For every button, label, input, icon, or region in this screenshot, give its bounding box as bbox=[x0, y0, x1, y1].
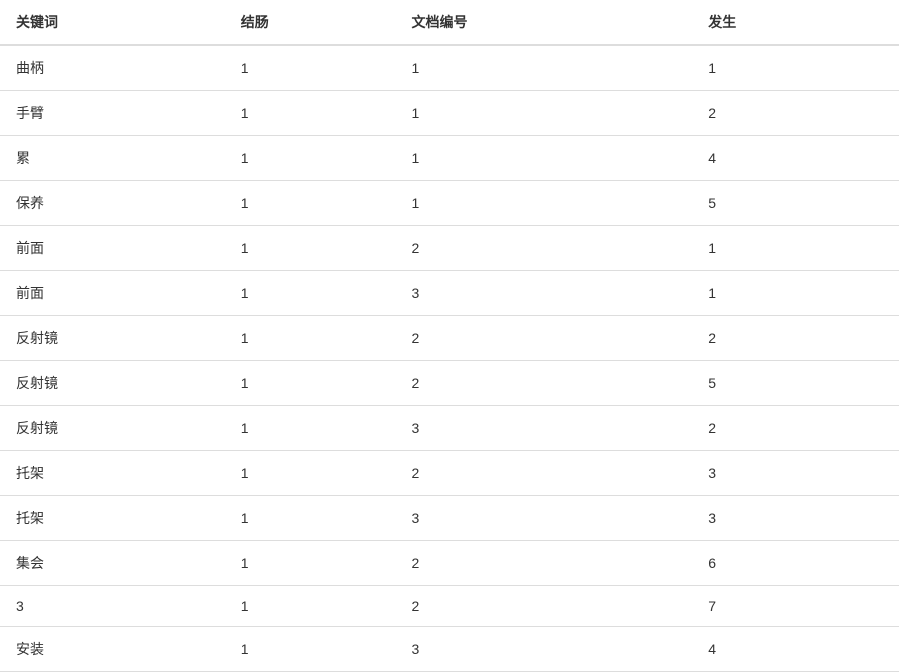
cell-colon: 1 bbox=[225, 91, 396, 136]
cell-docnum: 2 bbox=[396, 586, 693, 627]
cell-occur: 1 bbox=[692, 45, 899, 91]
keyword-table: 关键词 结肠 文档编号 发生 曲柄111手臂112累114保养115前面121前… bbox=[0, 0, 899, 672]
table-row: 保养115 bbox=[0, 181, 899, 226]
cell-keyword: 托架 bbox=[0, 451, 225, 496]
cell-colon: 1 bbox=[225, 586, 396, 627]
cell-colon: 1 bbox=[225, 226, 396, 271]
cell-docnum: 1 bbox=[396, 45, 693, 91]
cell-occur: 5 bbox=[692, 361, 899, 406]
cell-colon: 1 bbox=[225, 316, 396, 361]
cell-occur: 2 bbox=[692, 316, 899, 361]
table-row: 曲柄111 bbox=[0, 45, 899, 91]
cell-colon: 1 bbox=[225, 136, 396, 181]
cell-colon: 1 bbox=[225, 45, 396, 91]
cell-colon: 1 bbox=[225, 541, 396, 586]
table-row: 反射镜125 bbox=[0, 361, 899, 406]
cell-keyword: 曲柄 bbox=[0, 45, 225, 91]
header-colon: 结肠 bbox=[225, 0, 396, 45]
cell-docnum: 3 bbox=[396, 496, 693, 541]
cell-keyword: 保养 bbox=[0, 181, 225, 226]
cell-occur: 1 bbox=[692, 271, 899, 316]
header-keyword: 关键词 bbox=[0, 0, 225, 45]
cell-colon: 1 bbox=[225, 406, 396, 451]
table-row: 集会126 bbox=[0, 541, 899, 586]
cell-keyword: 前面 bbox=[0, 271, 225, 316]
cell-occur: 3 bbox=[692, 451, 899, 496]
cell-keyword: 累 bbox=[0, 136, 225, 181]
cell-occur: 4 bbox=[692, 136, 899, 181]
cell-keyword: 反射镜 bbox=[0, 361, 225, 406]
cell-keyword: 安装 bbox=[0, 627, 225, 672]
header-occur: 发生 bbox=[692, 0, 899, 45]
cell-docnum: 3 bbox=[396, 627, 693, 672]
table-row: 3127 bbox=[0, 586, 899, 627]
table-body: 曲柄111手臂112累114保养115前面121前面131反射镜122反射镜12… bbox=[0, 45, 899, 672]
cell-keyword: 反射镜 bbox=[0, 406, 225, 451]
cell-occur: 6 bbox=[692, 541, 899, 586]
cell-docnum: 1 bbox=[396, 136, 693, 181]
cell-keyword: 集会 bbox=[0, 541, 225, 586]
cell-keyword: 3 bbox=[0, 586, 225, 627]
keyword-table-container: 关键词 结肠 文档编号 发生 曲柄111手臂112累114保养115前面121前… bbox=[0, 0, 899, 672]
table-row: 前面121 bbox=[0, 226, 899, 271]
cell-occur: 2 bbox=[692, 91, 899, 136]
cell-colon: 1 bbox=[225, 496, 396, 541]
cell-keyword: 手臂 bbox=[0, 91, 225, 136]
cell-docnum: 3 bbox=[396, 406, 693, 451]
table-row: 反射镜132 bbox=[0, 406, 899, 451]
cell-occur: 2 bbox=[692, 406, 899, 451]
cell-docnum: 1 bbox=[396, 91, 693, 136]
cell-docnum: 2 bbox=[396, 361, 693, 406]
table-row: 手臂112 bbox=[0, 91, 899, 136]
table-row: 托架133 bbox=[0, 496, 899, 541]
cell-docnum: 2 bbox=[396, 226, 693, 271]
cell-occur: 1 bbox=[692, 226, 899, 271]
table-row: 前面131 bbox=[0, 271, 899, 316]
cell-occur: 7 bbox=[692, 586, 899, 627]
cell-keyword: 前面 bbox=[0, 226, 225, 271]
cell-colon: 1 bbox=[225, 451, 396, 496]
table-row: 反射镜122 bbox=[0, 316, 899, 361]
cell-occur: 5 bbox=[692, 181, 899, 226]
table-row: 托架123 bbox=[0, 451, 899, 496]
cell-occur: 4 bbox=[692, 627, 899, 672]
table-row: 累114 bbox=[0, 136, 899, 181]
cell-docnum: 2 bbox=[396, 541, 693, 586]
header-docnum: 文档编号 bbox=[396, 0, 693, 45]
cell-docnum: 1 bbox=[396, 181, 693, 226]
table-header-row: 关键词 结肠 文档编号 发生 bbox=[0, 0, 899, 45]
table-row: 安装134 bbox=[0, 627, 899, 672]
cell-docnum: 2 bbox=[396, 316, 693, 361]
cell-docnum: 2 bbox=[396, 451, 693, 496]
cell-colon: 1 bbox=[225, 271, 396, 316]
cell-colon: 1 bbox=[225, 361, 396, 406]
cell-colon: 1 bbox=[225, 627, 396, 672]
cell-keyword: 托架 bbox=[0, 496, 225, 541]
cell-keyword: 反射镜 bbox=[0, 316, 225, 361]
cell-occur: 3 bbox=[692, 496, 899, 541]
cell-colon: 1 bbox=[225, 181, 396, 226]
cell-docnum: 3 bbox=[396, 271, 693, 316]
